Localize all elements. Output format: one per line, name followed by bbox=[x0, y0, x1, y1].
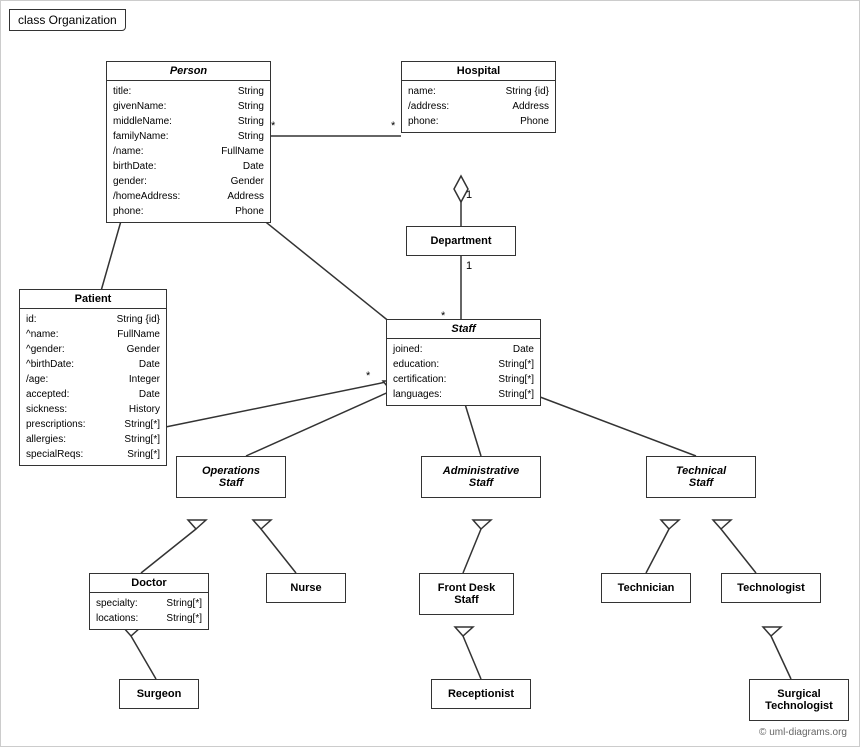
svg-text:1: 1 bbox=[466, 189, 472, 201]
doctor-attrs: specialty:String[*] locations:String[*] bbox=[90, 593, 208, 629]
doctor-box: Doctor specialty:String[*] locations:Str… bbox=[89, 573, 209, 630]
surgical-technologist-box: Surgical Technologist bbox=[749, 679, 849, 721]
diagram-title: class Organization bbox=[9, 9, 126, 31]
receptionist-box: Receptionist bbox=[431, 679, 531, 709]
receptionist-title: Receptionist bbox=[432, 685, 530, 703]
department-box: Department bbox=[406, 226, 516, 256]
hospital-attrs: name:String {id} /address:Address phone:… bbox=[402, 81, 555, 132]
front-desk-staff-title: Front Desk Staff bbox=[420, 579, 513, 609]
technical-staff-box: Technical Staff bbox=[646, 456, 756, 498]
nurse-box: Nurse bbox=[266, 573, 346, 603]
staff-title: Staff bbox=[387, 320, 540, 339]
department-title: Department bbox=[407, 232, 515, 250]
person-box: Person title:String givenName:String mid… bbox=[106, 61, 271, 223]
svg-text:*: * bbox=[391, 120, 396, 132]
patient-attrs: id:String {id} ^name:FullName ^gender:Ge… bbox=[20, 309, 166, 465]
hospital-box: Hospital name:String {id} /address:Addre… bbox=[401, 61, 556, 133]
technician-title: Technician bbox=[602, 579, 690, 597]
surgeon-box: Surgeon bbox=[119, 679, 199, 709]
svg-text:1: 1 bbox=[466, 260, 472, 272]
patient-box: Patient id:String {id} ^name:FullName ^g… bbox=[19, 289, 167, 466]
diagram-container: class Organization * * 1 * 1 * * * bbox=[0, 0, 860, 747]
front-desk-staff-box: Front Desk Staff bbox=[419, 573, 514, 615]
svg-text:*: * bbox=[271, 120, 276, 132]
technologist-title: Technologist bbox=[722, 579, 820, 597]
operations-staff-title: Operations Staff bbox=[177, 462, 285, 492]
person-attrs: title:String givenName:String middleName… bbox=[107, 81, 270, 222]
hospital-title: Hospital bbox=[402, 62, 555, 81]
nurse-title: Nurse bbox=[267, 579, 345, 597]
person-title: Person bbox=[107, 62, 270, 81]
surgical-technologist-title: Surgical Technologist bbox=[750, 685, 848, 715]
surgeon-title: Surgeon bbox=[120, 685, 198, 703]
administrative-staff-title: Administrative Staff bbox=[422, 462, 540, 492]
technical-staff-title: Technical Staff bbox=[647, 462, 755, 492]
staff-attrs: joined:Date education:String[*] certific… bbox=[387, 339, 540, 405]
technologist-box: Technologist bbox=[721, 573, 821, 603]
patient-title: Patient bbox=[20, 290, 166, 309]
operations-staff-box: Operations Staff bbox=[176, 456, 286, 498]
svg-text:*: * bbox=[366, 370, 371, 382]
technician-box: Technician bbox=[601, 573, 691, 603]
administrative-staff-box: Administrative Staff bbox=[421, 456, 541, 498]
staff-box: Staff joined:Date education:String[*] ce… bbox=[386, 319, 541, 406]
doctor-title: Doctor bbox=[90, 574, 208, 593]
copyright: © uml-diagrams.org bbox=[759, 727, 847, 738]
